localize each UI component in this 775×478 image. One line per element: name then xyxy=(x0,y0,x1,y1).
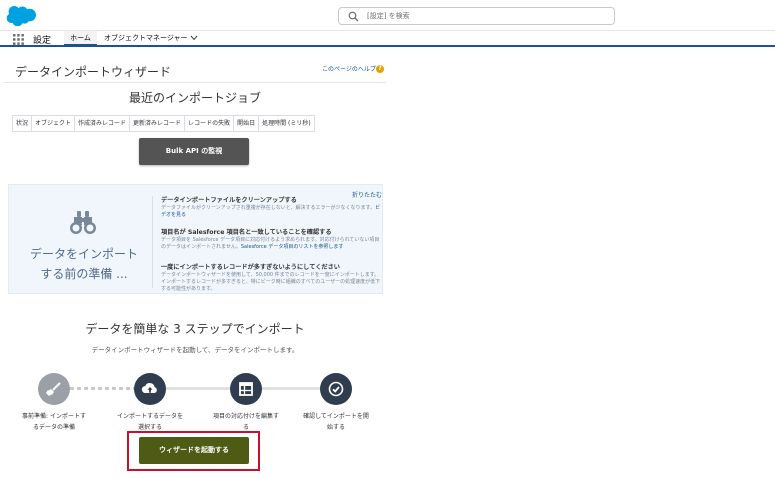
page-title: データインポートウィザード xyxy=(15,65,172,79)
search-placeholder: [設定] を検索 xyxy=(367,12,410,20)
launch-wizard-button[interactable]: ウィザードを起動する xyxy=(139,437,249,464)
steps-title: データを簡単な 3 ステップでインポート xyxy=(85,322,305,336)
app-launcher-icon[interactable] xyxy=(13,34,24,45)
tip-body: データ項目を Salesforce データ項目に対応付けるよう求められます。対応… xyxy=(161,237,380,250)
global-search-input[interactable]: [設定] を検索 xyxy=(338,7,615,25)
column-header[interactable]: 作成済みレコード xyxy=(75,116,131,131)
prep-title: データをインポート する前の準備 ... xyxy=(20,244,148,284)
step-connector xyxy=(70,387,134,390)
step-2-circle xyxy=(134,373,166,405)
help-icon[interactable]: ? xyxy=(376,65,384,73)
step-2-label: インポートするデータを 選択する xyxy=(115,411,185,433)
broom-icon xyxy=(46,382,61,396)
tip-heading: データインポートファイルをクリーンアップする xyxy=(161,197,297,204)
tip-body: データインポートウィザードを使用して、50,000 件までのレコードを一度にイン… xyxy=(161,272,381,292)
column-header[interactable]: 開始日 xyxy=(234,116,260,131)
tip-item: 項目名が Salesforce 項目名と一致していることを確認する データ項目を… xyxy=(161,229,383,251)
empty-right-area xyxy=(390,53,775,478)
tab-home[interactable]: ホーム xyxy=(64,31,97,46)
prep-title-line: データをインポート xyxy=(29,247,138,261)
divider xyxy=(4,82,386,83)
tip-link[interactable]: Salesforce データ項目のリストを参照します xyxy=(241,244,344,250)
step-label-line: 項目の対応付けを編集す xyxy=(212,413,279,420)
column-header[interactable]: 更新済みレコード xyxy=(130,116,186,131)
cloud-upload-icon xyxy=(141,383,157,394)
column-header[interactable]: 処理時間 (ミリ秒) xyxy=(259,116,314,131)
recent-jobs-table: 状況 オブジェクト 作成済みレコード 更新済みレコード レコードの失敗 開始日 … xyxy=(12,115,315,132)
step-label-line: 事前準備: インポートす xyxy=(22,413,86,420)
tip-heading: 一度にインポートするレコードが多すぎないようにしてください xyxy=(161,264,340,271)
step-label-line: 確認してインポートを開 xyxy=(303,413,369,420)
step-label-line: るデータの準備 xyxy=(32,424,75,431)
step-connector xyxy=(166,387,234,390)
column-header[interactable]: オブジェクト xyxy=(32,116,76,131)
step-1-circle xyxy=(38,373,70,405)
prep-title-line: する前の準備 ... xyxy=(40,267,128,281)
recent-jobs-title: 最近のインポートジョブ xyxy=(128,91,261,105)
chevron-down-icon[interactable] xyxy=(190,35,198,41)
table-icon xyxy=(239,382,253,396)
app-nav-bar: 設定 ホーム オブジェクトマネージャー xyxy=(0,30,775,47)
prep-divider xyxy=(152,196,153,288)
step-label-line: インポートするデータを xyxy=(116,413,183,420)
app-name: 設定 xyxy=(33,36,52,46)
top-header: [設定] を検索 xyxy=(0,0,775,30)
step-3-label: 項目の対応付けを編集す る xyxy=(211,411,281,433)
tip-item: 一度にインポートするレコードが多すぎないようにしてください データインポートウィ… xyxy=(161,264,383,293)
steps-subtitle: データインポートウィザードを起動して、データをインポートします。 xyxy=(91,346,299,354)
tip-body: データファイルがクリーンアップされ重複が存在しないと、解決するエラーが少なくなり… xyxy=(161,205,381,218)
step-connector xyxy=(262,387,324,390)
column-header[interactable]: レコードの失敗 xyxy=(185,116,235,131)
step-1-label: 事前準備: インポートす るデータの準備 xyxy=(19,411,89,433)
step-4-circle xyxy=(320,373,352,405)
salesforce-logo-icon[interactable] xyxy=(6,5,36,26)
column-header[interactable]: 状況 xyxy=(13,116,33,131)
help-link[interactable]: このページのヘルプ xyxy=(322,64,376,73)
step-3-circle xyxy=(230,373,262,405)
tip-heading: 項目名が Salesforce 項目名と一致していることを確認する xyxy=(161,229,332,236)
tab-object-manager[interactable]: オブジェクトマネージャー xyxy=(104,33,188,43)
binoculars-icon xyxy=(70,211,96,234)
tip-item: データインポートファイルをクリーンアップする データファイルがクリーンアップされ… xyxy=(161,197,383,219)
step-label-line: 始する xyxy=(326,424,345,431)
search-icon xyxy=(348,11,359,22)
step-4-label: 確認してインポートを開 始する xyxy=(301,411,371,433)
bulk-api-monitor-button[interactable]: Bulk API の監視 xyxy=(139,138,249,165)
check-icon xyxy=(328,381,344,397)
